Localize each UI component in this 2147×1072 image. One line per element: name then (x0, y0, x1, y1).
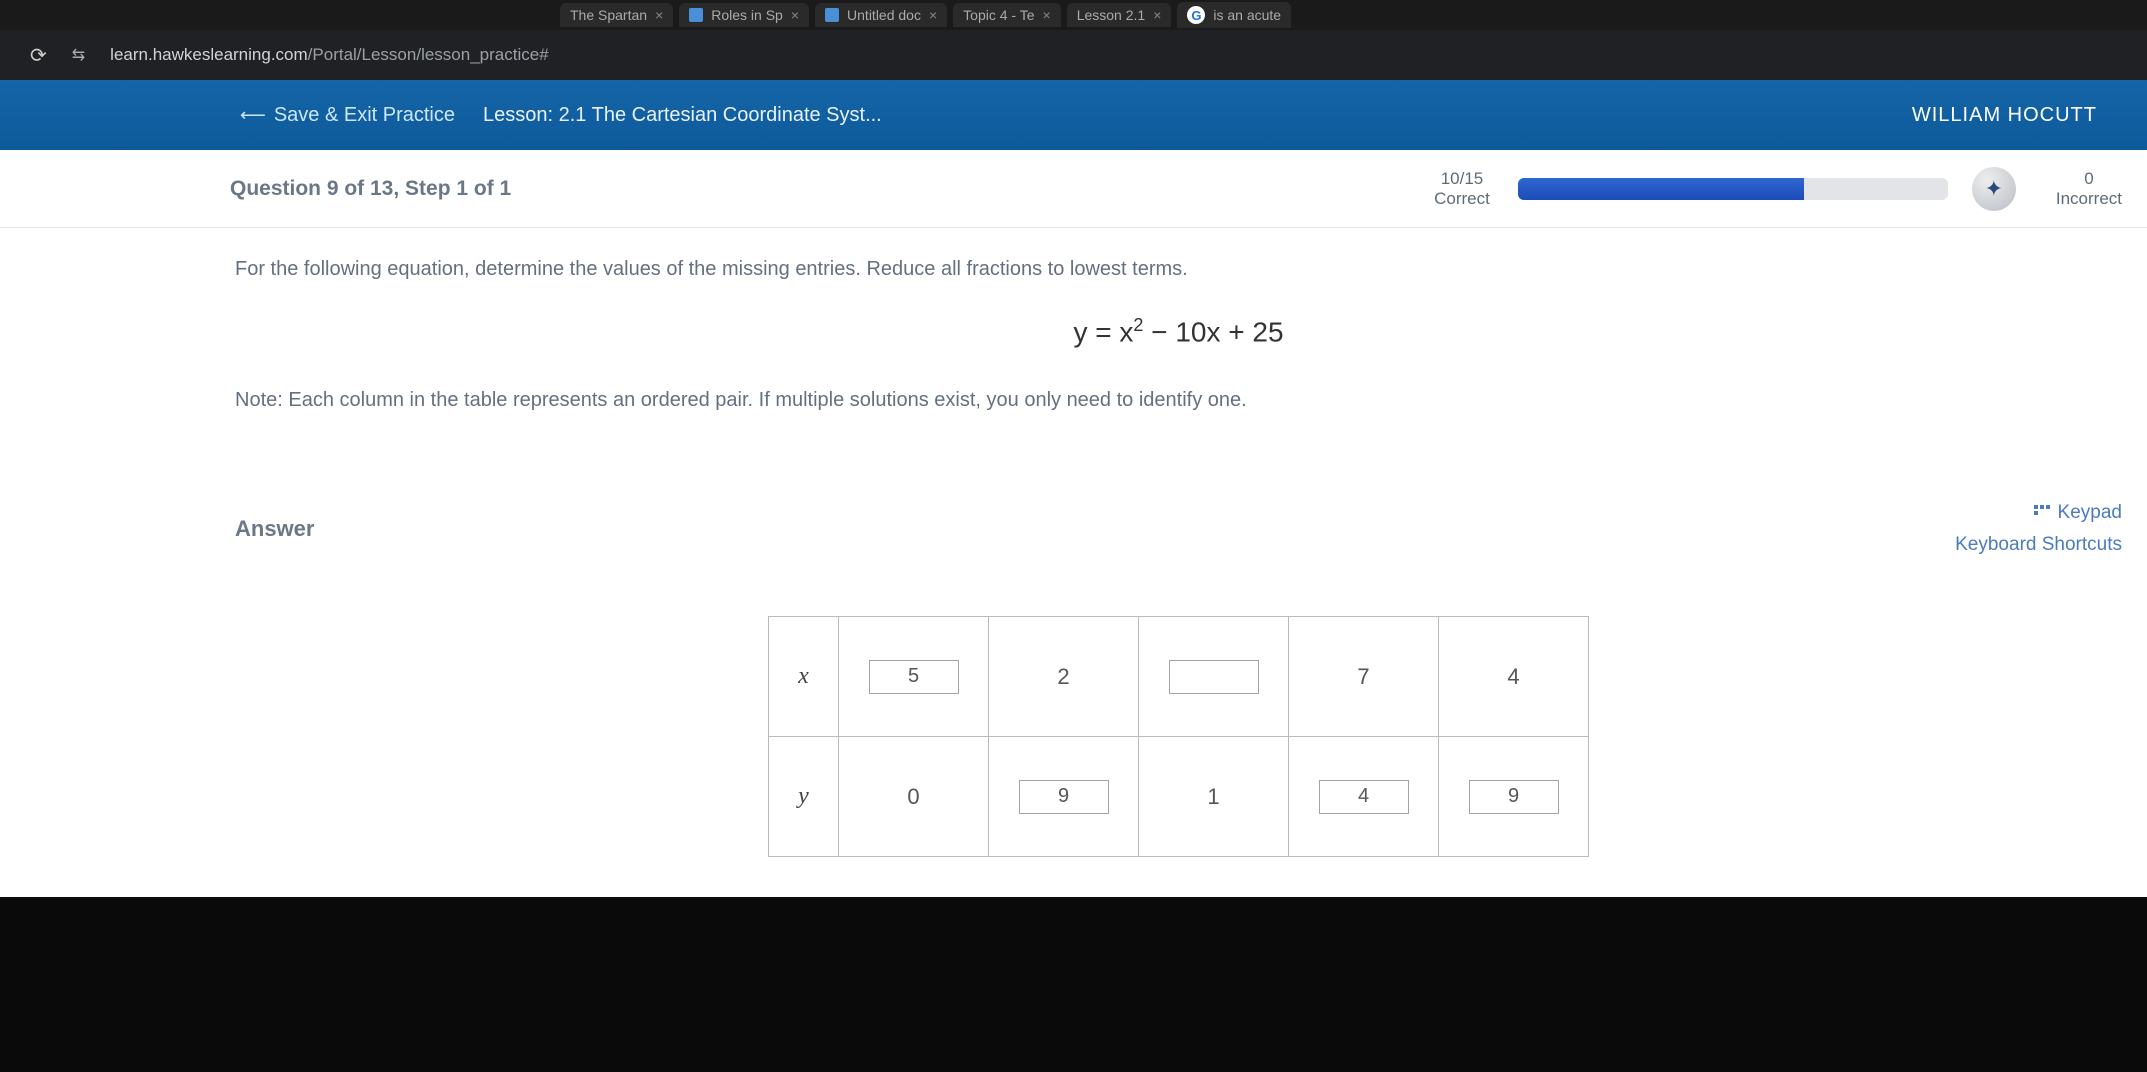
answer-table: x 2 7 4 y 0 1 (768, 616, 1589, 857)
cell-x-3: 7 (1289, 617, 1439, 737)
url-domain: learn.hawkeslearning.com (110, 45, 308, 64)
site-settings-icon[interactable]: ⇆ (72, 45, 85, 65)
url-field[interactable]: learn.hawkeslearning.com/Portal/Lesson/l… (110, 45, 548, 65)
cell-y-1 (989, 737, 1139, 857)
back-arrow-icon: ⟵ (240, 105, 266, 126)
y-input-4[interactable] (1469, 780, 1559, 814)
close-icon[interactable]: × (1153, 7, 1161, 23)
tab-roles[interactable]: Roles in Sp × (679, 3, 809, 27)
answer-heading: Answer (235, 516, 314, 542)
cell-x-0 (839, 617, 989, 737)
table-row-y: y 0 1 (769, 737, 1589, 857)
close-icon[interactable]: × (655, 7, 663, 23)
progress-fill (1518, 178, 1804, 200)
tab-topic[interactable]: Topic 4 - Te × (953, 3, 1061, 27)
instruction-text: For the following equation, determine th… (235, 258, 2122, 281)
tab-label: Lesson 2.1 (1077, 7, 1146, 23)
progress-bar (1518, 178, 1948, 200)
question-indicator: Question 9 of 13, Step 1 of 1 (230, 177, 511, 201)
score-label: Correct (1434, 189, 1490, 209)
browser-tabs: The Spartan× Roles in Sp× Untitled doc× … (0, 0, 2147, 30)
keyboard-shortcuts-link[interactable]: Keyboard Shortcuts (1955, 534, 2122, 556)
x-input-0[interactable] (869, 660, 959, 694)
score-value: 10/15 (1441, 169, 1484, 189)
keypad-icon (2034, 505, 2050, 521)
x-input-2[interactable] (1169, 660, 1259, 694)
achievement-badge[interactable]: ✦ (1972, 167, 2016, 211)
keypad-button[interactable]: Keypad (2034, 502, 2122, 524)
save-exit-label: Save & Exit Practice (274, 104, 455, 127)
tab-acute[interactable]: Gis an acute (1177, 2, 1291, 28)
address-bar: ⟳ ⇆ learn.hawkeslearning.com/Portal/Less… (0, 30, 2147, 80)
cell-y-4 (1439, 737, 1589, 857)
incorrect-box: 0 Incorrect (2056, 169, 2122, 209)
reload-icon[interactable]: ⟳ (30, 43, 47, 68)
cell-x-2 (1139, 617, 1289, 737)
tab-label: is an acute (1213, 7, 1281, 23)
tab-untitled[interactable]: Untitled doc × (815, 3, 947, 27)
lesson-title: Lesson: 2.1 The Cartesian Coordinate Sys… (483, 104, 882, 127)
app-header: ⟵ Save & Exit Practice Lesson: 2.1 The Ca… (0, 80, 2147, 150)
close-icon[interactable]: × (1043, 7, 1051, 23)
y-input-3[interactable] (1319, 780, 1409, 814)
user-name[interactable]: WILLIAM HOCUTT (1912, 104, 2097, 127)
note-text: Note: Each column in the table represent… (235, 389, 2122, 412)
incorrect-label: Incorrect (2056, 189, 2122, 209)
close-icon[interactable]: × (791, 7, 799, 23)
cell-y-2: 1 (1139, 737, 1289, 857)
keypad-label: Keypad (2058, 502, 2122, 524)
input-tools: Keypad Keyboard Shortcuts (1955, 502, 2122, 556)
tab-spartan[interactable]: The Spartan × (560, 3, 673, 27)
cell-x-1: 2 (989, 617, 1139, 737)
table-row-x: x 2 7 4 (769, 617, 1589, 737)
doc-icon (689, 8, 703, 22)
url-path: /Portal/Lesson/lesson_practice# (308, 45, 549, 64)
cell-y-0: 0 (839, 737, 989, 857)
google-icon: G (1187, 6, 1205, 24)
cell-y-3 (1289, 737, 1439, 857)
progress-bar-row: Question 9 of 13, Step 1 of 1 10/15 Corr… (0, 150, 2147, 228)
close-icon[interactable]: × (929, 7, 937, 23)
x-header: x (769, 617, 839, 737)
y-input-1[interactable] (1019, 780, 1109, 814)
tab-label: The Spartan (570, 7, 647, 23)
doc-icon (825, 8, 839, 22)
tab-label: Roles in Sp (711, 7, 783, 23)
question-content: For the following equation, determine th… (0, 228, 2147, 897)
tab-label: Topic 4 - Te (963, 7, 1034, 23)
incorrect-count: 0 (2084, 169, 2093, 189)
tab-lesson[interactable]: Lesson 2.1 × (1067, 3, 1172, 27)
cell-x-4: 4 (1439, 617, 1589, 737)
y-header: y (769, 737, 839, 857)
score-box: 10/15 Correct (1434, 169, 1490, 209)
equation: y = x2 − 10x + 25 (235, 315, 2122, 349)
tab-label: Untitled doc (847, 7, 921, 23)
save-exit-button[interactable]: ⟵ Save & Exit Practice (240, 104, 455, 127)
